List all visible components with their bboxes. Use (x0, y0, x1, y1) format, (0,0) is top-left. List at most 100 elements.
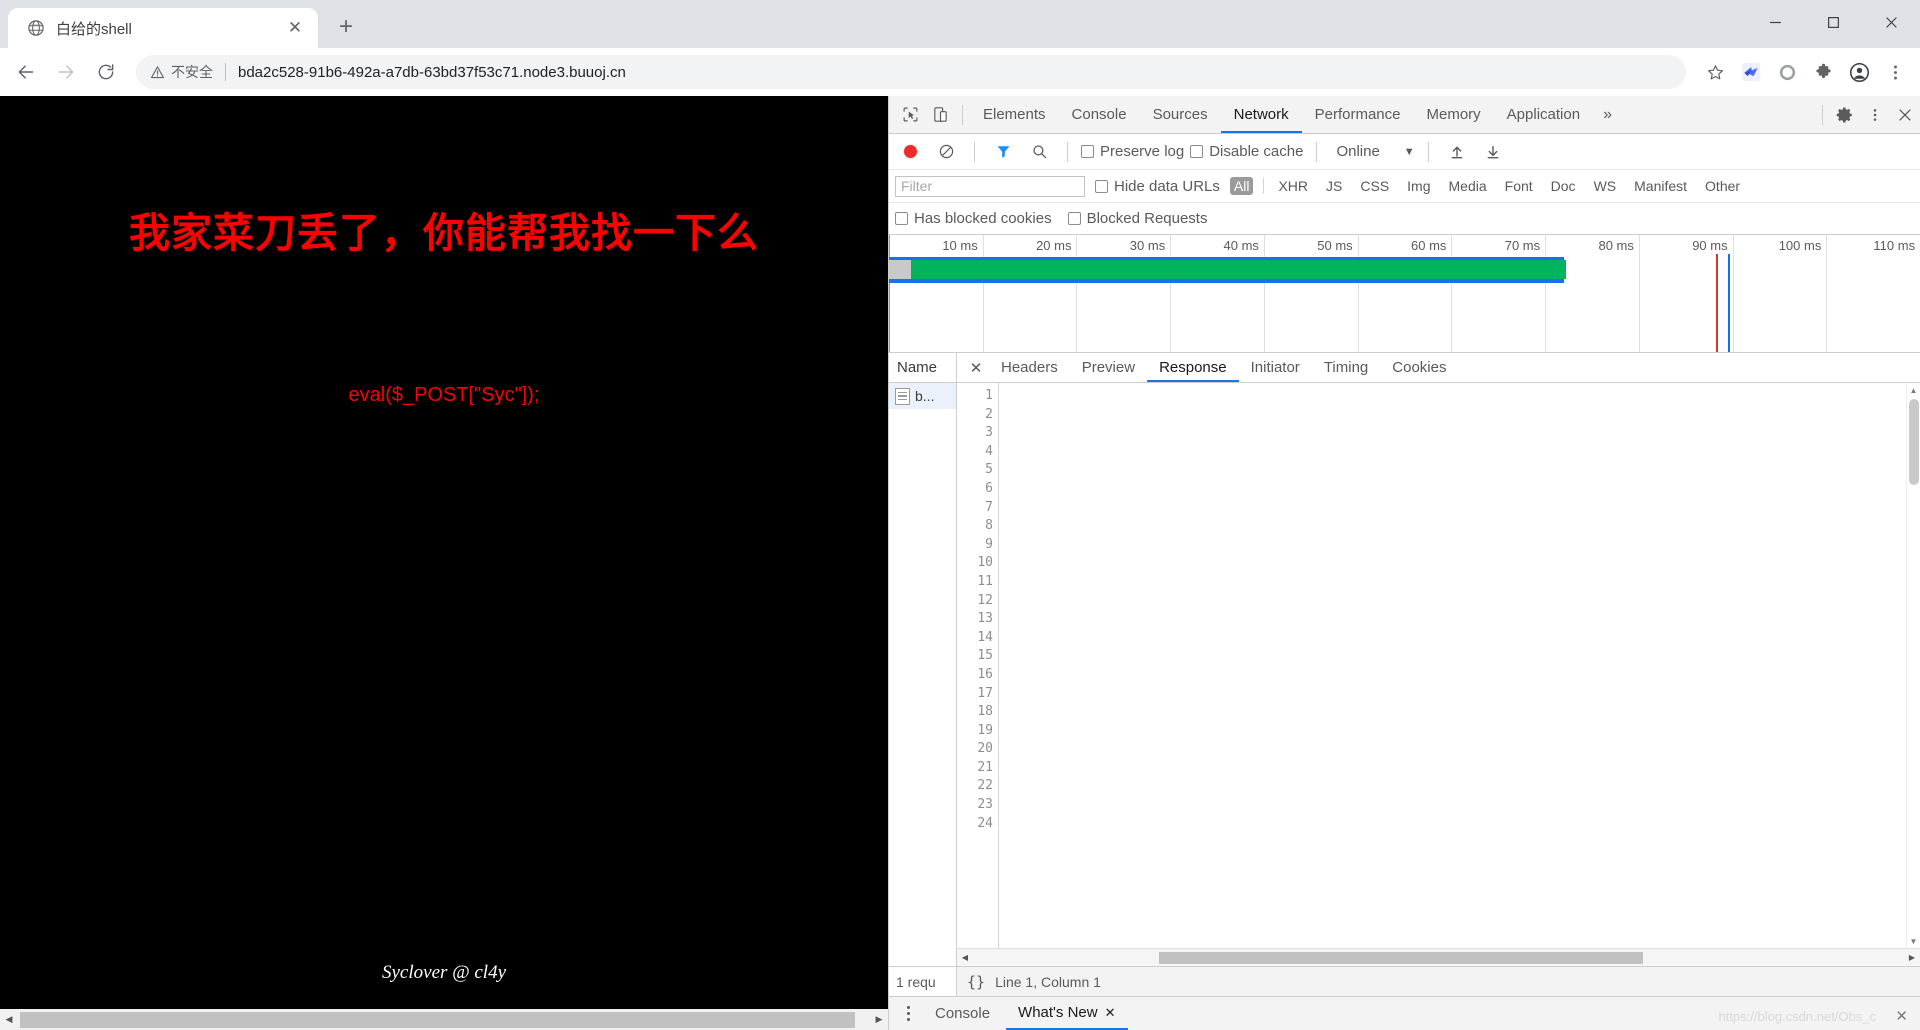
tick-label: 70 ms (1504, 238, 1541, 253)
hide-data-urls-checkbox[interactable]: Hide data URLs (1095, 178, 1220, 195)
drawer-tab-console[interactable]: Console (923, 997, 1002, 1030)
preserve-log-label: Preserve log (1100, 143, 1185, 160)
tab-elements[interactable]: Elements (970, 96, 1059, 133)
tab-timing[interactable]: Timing (1312, 353, 1380, 382)
watermark-close-icon[interactable]: ✕ (1895, 1007, 1908, 1025)
code-scroll-left-arrow[interactable]: ◀ (957, 953, 973, 962)
import-har-icon[interactable] (1442, 138, 1472, 166)
tab-network[interactable]: Network (1220, 96, 1302, 133)
tick-label: 60 ms (1411, 238, 1447, 253)
record-button[interactable] (895, 138, 925, 166)
filter-input[interactable]: Filter (895, 175, 1085, 197)
address-bar[interactable]: 不安全 bda2c528-91b6-492a-a7db-63bd37f53c71… (136, 55, 1686, 89)
disable-cache-label: Disable cache (1209, 143, 1304, 160)
sync-circle-icon[interactable] (1770, 55, 1804, 89)
code-content[interactable]: · tle> lor:black;"><br><br><br><br><br><… (999, 383, 1920, 949)
preserve-log-checkbox[interactable]: Preserve log (1081, 143, 1184, 160)
device-toolbar-icon[interactable] (925, 101, 955, 129)
tab-response[interactable]: Response (1147, 353, 1239, 382)
scroll-left-arrow[interactable]: ◀ (0, 1009, 18, 1030)
close-detail-icon[interactable]: ✕ (963, 354, 989, 382)
drawer-tab-whats-new[interactable]: What's New ✕ (1006, 996, 1128, 1030)
disable-cache-checkbox[interactable]: Disable cache (1190, 143, 1303, 160)
tick-60ms: 60 ms (1357, 235, 1452, 352)
tab-cookies[interactable]: Cookies (1380, 353, 1458, 382)
extension-bird-icon[interactable] (1734, 55, 1768, 89)
tab-application[interactable]: Application (1494, 96, 1593, 133)
has-blocked-cookies-checkbox[interactable]: Has blocked cookies (895, 210, 1052, 227)
browser-toolbar: 不安全 bda2c528-91b6-492a-a7db-63bd37f53c71… (0, 48, 1920, 96)
maximize-button[interactable] (1804, 0, 1862, 44)
tab-console[interactable]: Console (1059, 96, 1140, 133)
filter-type-css[interactable]: CSS (1356, 177, 1393, 195)
close-window-button[interactable] (1862, 0, 1920, 44)
filter-type-xhr[interactable]: XHR (1274, 177, 1312, 195)
settings-gear-icon[interactable] (1830, 101, 1860, 129)
filter-type-media[interactable]: Media (1445, 177, 1491, 195)
forward-button[interactable] (48, 54, 84, 90)
load-event-marker (1728, 254, 1731, 352)
page-horizontal-scrollbar[interactable]: ◀ ▶ (0, 1008, 888, 1030)
clear-button[interactable] (931, 138, 961, 166)
close-icon[interactable]: ✕ (1105, 996, 1116, 1029)
code-horizontal-scrollbar[interactable]: ◀ ▶ (957, 948, 1920, 966)
scrollbar-track[interactable] (18, 1008, 870, 1030)
new-tab-button[interactable]: + (328, 9, 364, 45)
funnel-filter-icon[interactable] (988, 138, 1018, 166)
reload-button[interactable] (88, 54, 124, 90)
tab-sources[interactable]: Sources (1140, 96, 1221, 133)
scrollbar-thumb[interactable] (20, 1011, 855, 1028)
filter-type-font[interactable]: Font (1501, 177, 1537, 195)
vscroll-thumb[interactable] (1909, 399, 1919, 485)
filter-type-other[interactable]: Other (1701, 177, 1744, 195)
request-content-segment (911, 260, 1566, 279)
filter-type-js[interactable]: JS (1322, 177, 1346, 195)
scroll-down-arrow[interactable]: ▼ (1907, 934, 1920, 948)
inspect-element-icon[interactable] (895, 101, 925, 129)
blocked-requests-checkbox[interactable]: Blocked Requests (1067, 210, 1207, 227)
search-icon[interactable] (1024, 138, 1054, 166)
filter-type-img[interactable]: Img (1403, 177, 1434, 195)
devtools-menu-icon[interactable] (1860, 101, 1890, 129)
tab-performance[interactable]: Performance (1302, 96, 1414, 133)
browser-tab[interactable]: 白给的shell ✕ (8, 8, 318, 48)
url-text: bda2c528-91b6-492a-a7db-63bd37f53c71.nod… (238, 63, 626, 81)
devtools-tab-bar: Elements Console Sources Network Perform… (889, 96, 1920, 134)
throttling-select[interactable]: Online ▼ (1330, 143, 1414, 160)
response-source-view[interactable]: 1 2 3 4 5 6 7 8 9 10 11 12 13 14 15 16 1… (957, 383, 1920, 948)
network-overview-timeline[interactable]: 10 ms 20 ms 30 ms 40 ms 50 ms 60 ms 70 m… (889, 235, 1920, 353)
puzzle-extensions-icon[interactable] (1806, 55, 1840, 89)
chrome-menu-icon[interactable] (1878, 55, 1912, 89)
code-hscroll-thumb[interactable] (1159, 951, 1644, 964)
export-har-icon[interactable] (1478, 138, 1508, 166)
code-scroll-right-arrow[interactable]: ▶ (1904, 953, 1920, 962)
tab-headers[interactable]: Headers (989, 353, 1070, 382)
tab-memory[interactable]: Memory (1414, 96, 1494, 133)
code-vertical-scrollbar[interactable]: ▲ ▼ (1906, 383, 1920, 948)
security-indicator[interactable]: 不安全 (150, 62, 213, 82)
more-tabs-icon[interactable]: » (1593, 106, 1622, 124)
drawer-menu-icon[interactable] (897, 1006, 919, 1021)
minimize-button[interactable] (1746, 0, 1804, 44)
filter-type-doc[interactable]: Doc (1547, 177, 1580, 195)
filter-type-manifest[interactable]: Manifest (1630, 177, 1691, 195)
pretty-print-icon[interactable]: {} (967, 973, 985, 991)
tab-initiator[interactable]: Initiator (1239, 353, 1312, 382)
requests-column-header[interactable]: Name (889, 353, 956, 383)
tick-label: 110 ms (1873, 238, 1916, 253)
tab-close-icon[interactable]: ✕ (282, 15, 308, 41)
close-devtools-icon[interactable] (1890, 101, 1920, 129)
page-eval-text: eval($_POST["Syc"]); (348, 384, 540, 406)
filter-type-all[interactable]: All (1229, 177, 1254, 195)
request-row[interactable]: b... (889, 383, 956, 409)
profile-avatar-icon[interactable] (1842, 55, 1876, 89)
line-number: 13 (977, 611, 993, 627)
scroll-right-arrow[interactable]: ▶ (870, 1009, 888, 1030)
line-number: 7 (985, 499, 993, 515)
scroll-up-arrow[interactable]: ▲ (1907, 383, 1920, 397)
back-button[interactable] (8, 54, 44, 90)
code-hscroll-track[interactable] (973, 949, 1904, 967)
tab-preview[interactable]: Preview (1070, 353, 1147, 382)
filter-type-ws[interactable]: WS (1590, 177, 1621, 195)
bookmark-star-icon[interactable] (1698, 55, 1732, 89)
